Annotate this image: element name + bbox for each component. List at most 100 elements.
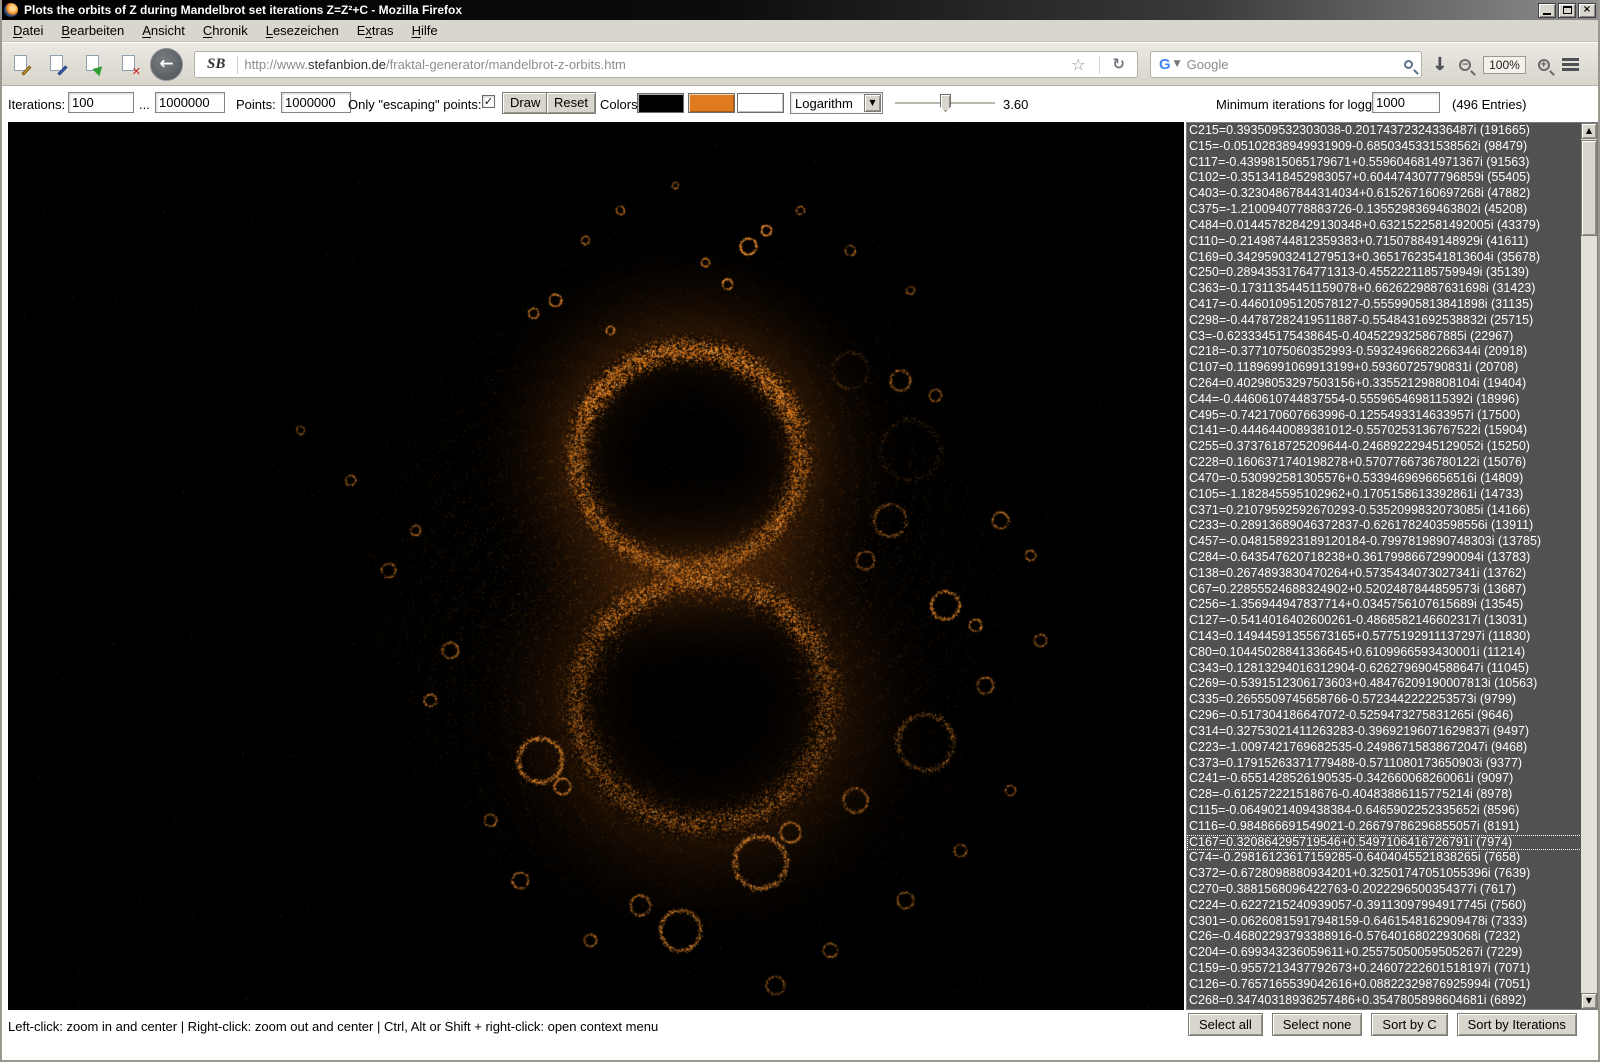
orbit-list-item[interactable]: C204=-0.699343236059611+0.25575050059505…	[1187, 945, 1582, 961]
orbit-list-item[interactable]: C255=0.3737618725209644-0.24689222945129…	[1187, 439, 1582, 455]
orbit-list-item[interactable]: C298=-0.44787282419511887-0.554843169253…	[1187, 313, 1582, 329]
edit-source-icon[interactable]	[48, 54, 68, 74]
orbit-list-item[interactable]: C372=-0.6728098880934201+0.3250174705105…	[1187, 866, 1582, 882]
color-swatch-black[interactable]	[637, 93, 684, 113]
url-text[interactable]: http://www.stefanbion.de/fraktal-generat…	[244, 57, 1063, 72]
orbit-list-item[interactable]: C117=-0.4399815065179671+0.5596046814971…	[1187, 155, 1582, 171]
menu-item-datei[interactable]: Datei	[4, 21, 52, 40]
menu-item-bearbeiten[interactable]: Bearbeiten	[52, 21, 133, 40]
orbit-list-item[interactable]: C371=0.21079592592670293-0.5352099832073…	[1187, 503, 1582, 519]
draw-button[interactable]: Draw	[502, 92, 548, 114]
orbit-list-item[interactable]: C403=-0.32304867844314034+0.615267160697…	[1187, 186, 1582, 202]
points-input[interactable]	[281, 92, 351, 113]
scroll-down-icon[interactable]: ▼	[1581, 993, 1597, 1009]
orbit-list-item[interactable]: C141=-0.4446440089381012-0.5570253136767…	[1187, 423, 1582, 439]
search-engine-dropdown-icon[interactable]: ▼	[1174, 60, 1181, 69]
gamma-slider[interactable]	[895, 102, 995, 105]
scale-mode-select[interactable]: Logarithm ▼	[790, 92, 883, 114]
zoom-out-icon[interactable]: −	[1459, 59, 1471, 71]
orbit-list-item[interactable]: C107=0.11896991069913199+0.5936072579083…	[1187, 360, 1582, 376]
orbit-list-item[interactable]: C102=-0.3513418452983057+0.6044743077796…	[1187, 170, 1582, 186]
menu-hamburger-icon[interactable]	[1562, 58, 1579, 71]
select-dropdown-icon[interactable]: ▼	[864, 94, 881, 112]
url-bar[interactable]: SB http://www.stefanbion.de/fraktal-gene…	[194, 51, 1138, 78]
color-swatch-white[interactable]	[737, 93, 784, 113]
orbit-list-item[interactable]: C363=-0.17311354451159078+0.662622988763…	[1187, 281, 1582, 297]
search-icon[interactable]	[1404, 60, 1413, 69]
sort-by-iterations-button[interactable]: Sort by Iterations	[1457, 1013, 1577, 1036]
orbit-list-item[interactable]: C15=-0.05102838949931909-0.6850345331538…	[1187, 139, 1582, 155]
orbit-list-item[interactable]: C314=0.32753021411263283-0.3969219607162…	[1187, 724, 1582, 740]
orbit-list-item[interactable]: C3=-0.6233345175438645-0.404522932586788…	[1187, 329, 1582, 345]
orbit-list-item[interactable]: C127=-0.5414016402600261-0.4868582146602…	[1187, 613, 1582, 629]
menu-item-chronik[interactable]: Chronik	[194, 21, 257, 40]
orbit-list-item[interactable]: C80=0.10445028841336645+0.61099665934300…	[1187, 645, 1582, 661]
min-log-input[interactable]	[1372, 92, 1440, 113]
back-button[interactable]: ←	[150, 48, 183, 81]
orbit-list-item[interactable]: C116=-0.984866691549021-0.26679786296855…	[1187, 819, 1582, 835]
orbit-list-item[interactable]: C169=0.34295903241279513+0.3651762354181…	[1187, 250, 1582, 266]
reset-button[interactable]: Reset	[546, 92, 596, 114]
orbit-list-item[interactable]: C143=0.14944591355673165+0.5775192911137…	[1187, 629, 1582, 645]
orbit-list-item[interactable]: C126=-0.7657165539042616+0.0882232987692…	[1187, 977, 1582, 993]
downloads-icon[interactable]: ↓	[1432, 56, 1447, 74]
maximize-button[interactable]	[1558, 3, 1576, 18]
menu-item-ansicht[interactable]: Ansicht	[133, 21, 194, 40]
orbit-list-item[interactable]: C215=0.393509532303038-0.201743723243364…	[1187, 123, 1582, 139]
orbit-list-item[interactable]: C268=0.34740318936257486+0.3547805898604…	[1187, 993, 1582, 1009]
orbit-list-item[interactable]: C28=-0.612572221518676-0.404838861157752…	[1187, 787, 1582, 803]
orbit-list-item[interactable]: C250=0.28943531764771313-0.4552221185759…	[1187, 265, 1582, 281]
orbit-list-item[interactable]: C270=0.3881568096422763-0.20222965003543…	[1187, 882, 1582, 898]
select-all-button[interactable]: Select all	[1188, 1013, 1263, 1036]
reload-icon[interactable]: ↻	[1106, 57, 1131, 72]
menu-item-extras[interactable]: Extras	[348, 21, 403, 40]
close-button[interactable]: ×	[1578, 3, 1596, 18]
zoom-in-icon[interactable]: +	[1538, 59, 1550, 71]
orbit-list-item[interactable]: C67=0.22855524688324902+0.52024878448595…	[1187, 582, 1582, 598]
orbit-list-item[interactable]: C417=-0.44601095120578127-0.555990581384…	[1187, 297, 1582, 313]
orbit-list-item[interactable]: C138=0.2674893830470264+0.57354340730273…	[1187, 566, 1582, 582]
select-none-button[interactable]: Select none	[1272, 1013, 1363, 1036]
orbit-list-item[interactable]: C110=-0.21498744812359383+0.715078849148…	[1187, 234, 1582, 250]
orbit-list-item[interactable]: C233=-0.28913689046372837-0.626178240359…	[1187, 518, 1582, 534]
orbit-list-item[interactable]: C228=0.1606371740198278+0.57077667367801…	[1187, 455, 1582, 471]
menu-item-hilfe[interactable]: Hilfe	[403, 21, 447, 40]
orbit-list-item[interactable]: C256=-1.356944947837714+0.03457561076156…	[1187, 597, 1582, 613]
color-swatch-orange[interactable]	[688, 93, 735, 113]
zoom-level[interactable]: 100%	[1483, 56, 1526, 74]
orbit-list-item[interactable]: C284=-0.643547620718238+0.36179986672990…	[1187, 550, 1582, 566]
orbit-list-item[interactable]: C74=-0.29816123617159285-0.6404045521838…	[1187, 850, 1582, 866]
iterations-min-input[interactable]	[68, 92, 134, 113]
orbit-list-item[interactable]: C44=-0.4460610744837554-0.55596546981153…	[1187, 392, 1582, 408]
publish-page-icon[interactable]	[84, 54, 104, 74]
orbit-list-item[interactable]: C470=-0.530992581305576+0.53394696966565…	[1187, 471, 1582, 487]
orbit-list-item[interactable]: C241=-0.6551428526190535-0.3426600682600…	[1187, 771, 1582, 787]
sort-by-c-button[interactable]: Sort by C	[1371, 1013, 1447, 1036]
orbit-list-item[interactable]: C264=0.40298053297503156+0.3355212988081…	[1187, 376, 1582, 392]
orbit-list-item[interactable]: C269=-0.5391512306173603+0.4847620919000…	[1187, 676, 1582, 692]
orbit-list-item[interactable]: C495=-0.742170607663996-0.12554933146339…	[1187, 408, 1582, 424]
orbit-list-item[interactable]: C224=-0.6227215240939057-0.3911309799491…	[1187, 898, 1582, 914]
iterations-max-input[interactable]	[155, 92, 225, 113]
orbit-list-item[interactable]: C115=-0.0649021409438384-0.6465902252335…	[1187, 803, 1582, 819]
orbit-list-item[interactable]: C343=0.12813294016312904-0.6262796904588…	[1187, 661, 1582, 677]
orbit-list-item[interactable]: C105=-1.182845595102962+0.17051586133928…	[1187, 487, 1582, 503]
slider-thumb[interactable]	[940, 94, 951, 112]
orbit-list-item[interactable]: C223=-1.0097421769682535-0.2498671583867…	[1187, 740, 1582, 756]
edit-page-icon[interactable]	[12, 54, 32, 74]
menu-item-lesezeichen[interactable]: Lesezeichen	[257, 21, 348, 40]
orbit-list-item[interactable]: C375=-1.2100940778883726-0.1355298369463…	[1187, 202, 1582, 218]
orbit-list-item[interactable]: C159=-0.9557213437792673+0.2460722260151…	[1187, 961, 1582, 977]
orbit-list-item[interactable]: C335=0.2655509745658766-0.57234422222535…	[1187, 692, 1582, 708]
minimize-button[interactable]	[1538, 3, 1556, 18]
bookmark-star-icon[interactable]: ☆	[1063, 57, 1093, 73]
orbit-list-item[interactable]: C457=-0.048158923189120184-0.79978198907…	[1187, 534, 1582, 550]
block-element-icon[interactable]: ✕	[120, 54, 140, 74]
orbit-list-item[interactable]: C373=0.17915263371779488-0.5711080173650…	[1187, 756, 1582, 772]
orbit-list-item[interactable]: C218=-0.3771075060352993-0.5932496682266…	[1187, 344, 1582, 360]
search-box[interactable]: G ▼ Google	[1150, 51, 1422, 78]
orbit-list-item[interactable]: C296=-0.517304186647072-0.52594732758312…	[1187, 708, 1582, 724]
search-input[interactable]: Google	[1187, 57, 1404, 72]
orbit-list-item[interactable]: C167=0.320864295719546+0.549710641672679…	[1187, 835, 1582, 851]
orbit-list-item[interactable]: C26=-0.46802293793388916-0.5764016802293…	[1187, 929, 1582, 945]
